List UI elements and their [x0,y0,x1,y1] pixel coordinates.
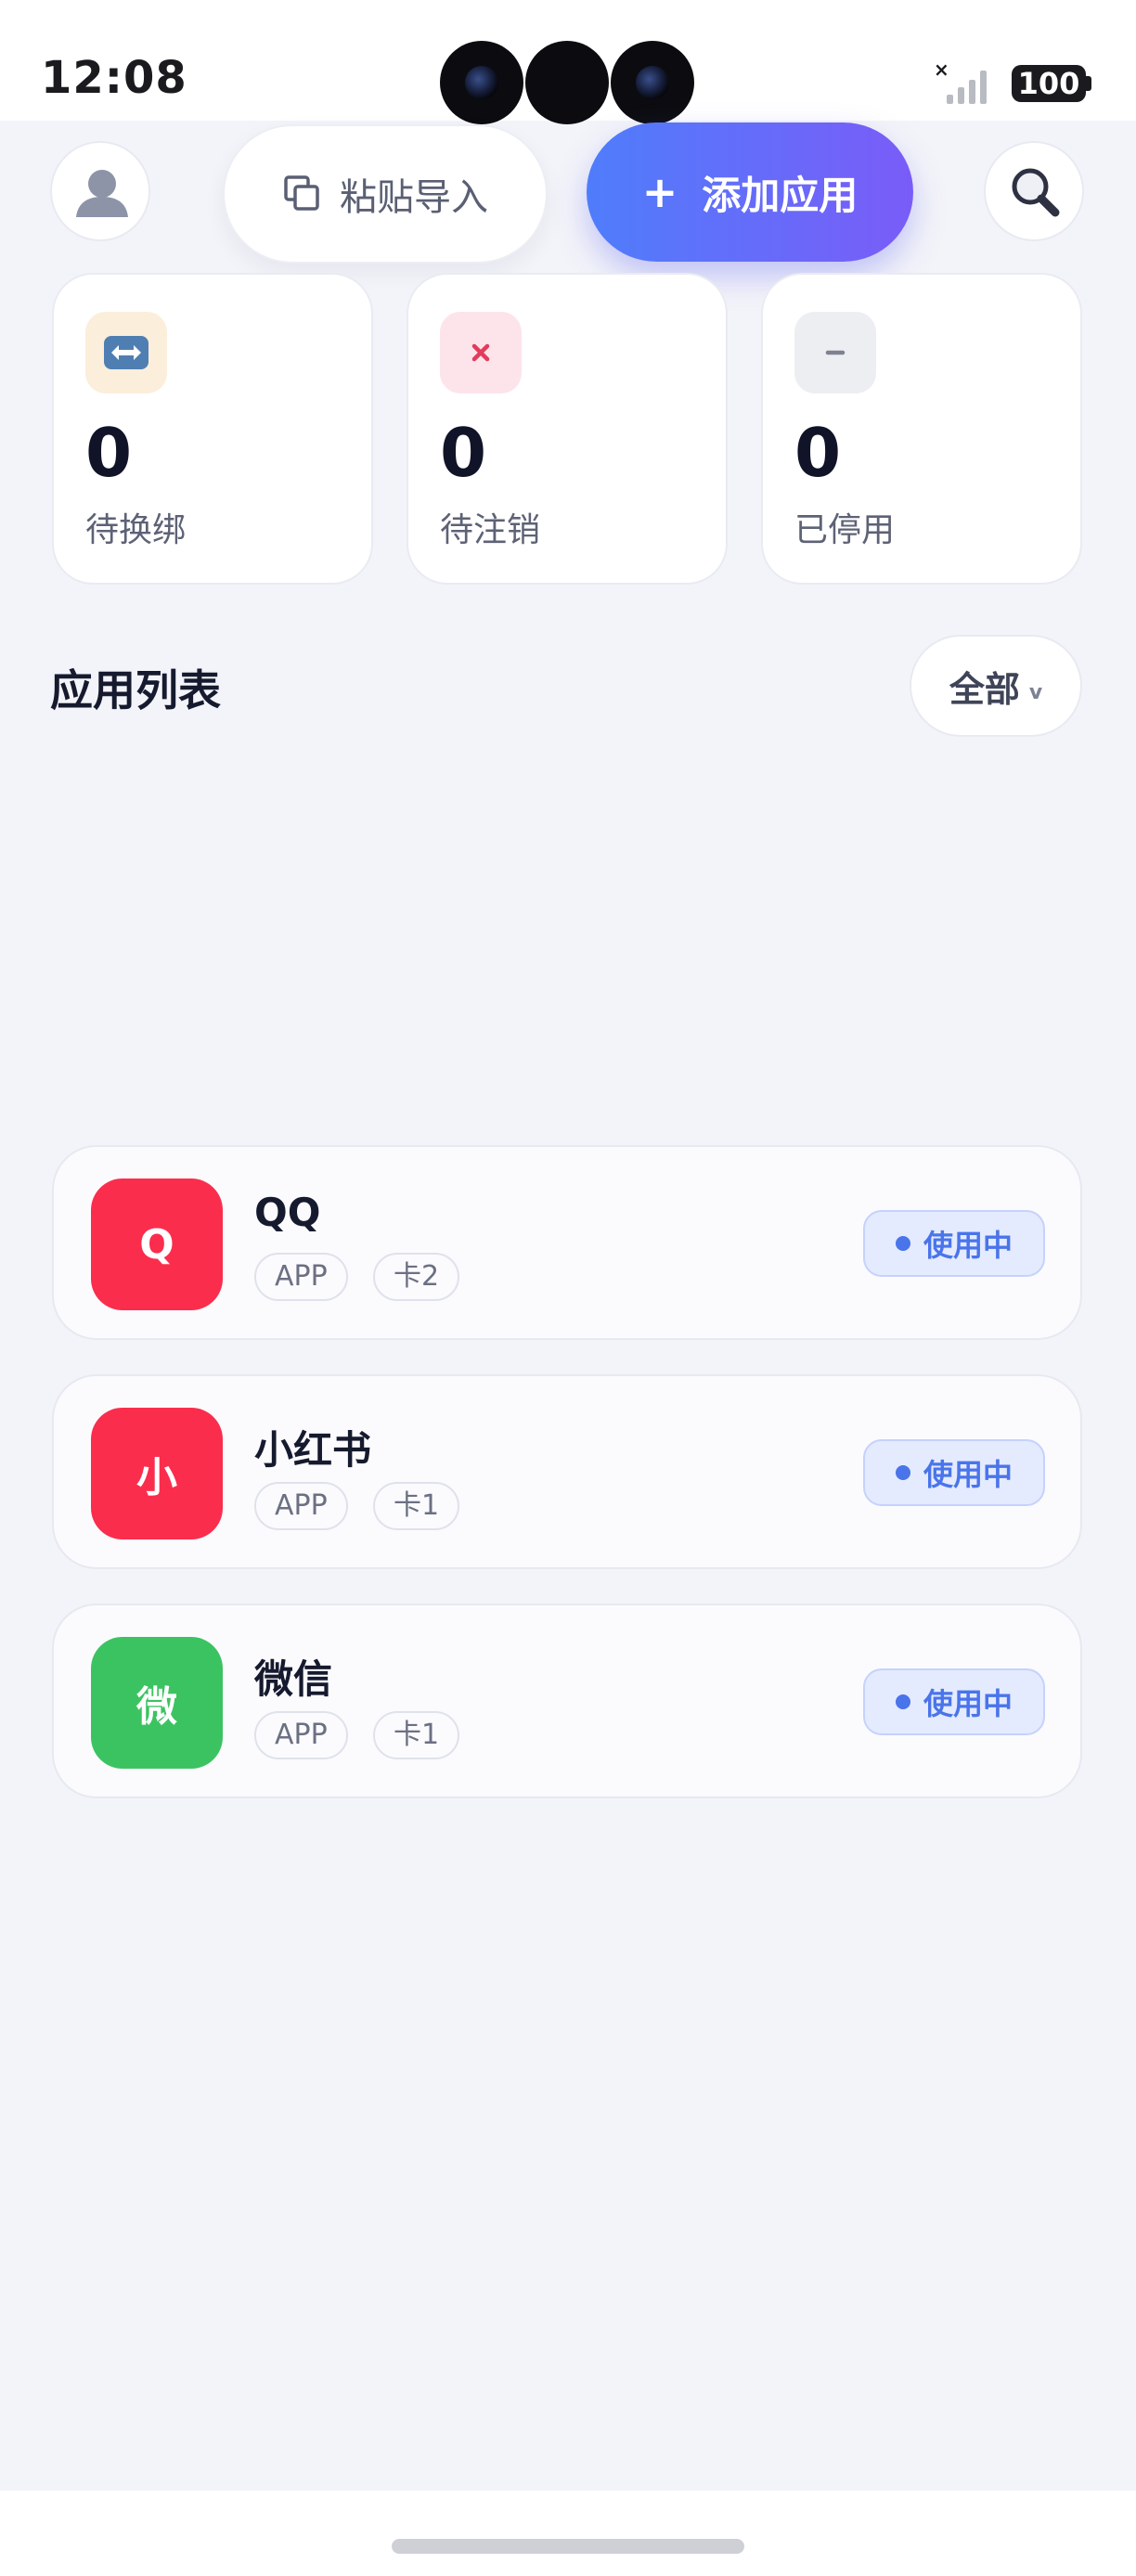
stat-label: 已停用 [794,511,896,549]
app-icon: 小 [91,1408,223,1539]
stat-label: 待注销 [440,511,541,549]
add-app-label: 添加应用 [702,172,858,218]
status-badge: 使用中 [863,1439,1045,1506]
front-camera-left [440,41,523,124]
chevron-down-icon: v [1028,680,1043,704]
app-type-tag: APP [254,1711,348,1759]
stat-value: 0 [85,414,133,492]
app-name: 微信 [254,1656,333,1702]
no-signal-icon: × [934,59,987,104]
paste-import-button[interactable]: 粘贴导入 [223,124,548,264]
search-icon [1012,168,1060,217]
front-camera-center [525,41,609,124]
stat-value: 0 [440,414,487,492]
front-camera-right [611,41,694,124]
filter-label: 全部 [949,668,1020,710]
app-name: QQ [254,1190,321,1235]
status-dot [895,1465,910,1480]
battery-indicator: 100 [1012,65,1086,102]
status-dot [895,1236,910,1251]
battery-tip [1086,76,1091,91]
app-list-item[interactable]: Q QQ APP 卡2 使用中 [52,1145,1082,1340]
sim-card-tag: 卡1 [373,1711,460,1759]
stat-label: 待换绑 [85,511,187,549]
status-badge: 使用中 [863,1668,1045,1735]
section-title: 应用列表 [50,665,221,715]
status-dot [895,1694,910,1709]
svg-text:×: × [934,59,949,81]
avatar[interactable] [50,141,150,241]
search-button[interactable] [984,141,1084,241]
app-list-item[interactable]: 小 小红书 APP 卡1 使用中 [52,1374,1082,1569]
sim-card-tag: 卡1 [373,1482,460,1530]
add-app-button[interactable]: + 添加应用 [587,122,913,262]
status-label: 使用中 [923,1228,1013,1263]
swap-icon [85,312,167,393]
app-type-tag: APP [254,1482,348,1530]
app-name: 小红书 [254,1427,372,1473]
status-time: 12:08 [41,52,187,104]
stat-card-disabled[interactable]: 0 已停用 [761,273,1082,585]
close-icon [440,312,522,393]
home-indicator[interactable] [392,2539,744,2554]
status-label: 使用中 [923,1686,1013,1721]
filter-select[interactable]: 全部 v [910,635,1082,737]
stat-card-pending-cancel[interactable]: 0 待注销 [407,273,728,585]
user-avatar-icon [76,170,128,217]
app-icon: 微 [91,1637,223,1769]
minus-icon [794,312,876,393]
sim-card-tag: 卡2 [373,1253,460,1301]
plus-icon: + [641,167,678,217]
app-icon: Q [91,1179,223,1310]
stat-value: 0 [794,414,842,492]
stat-card-pending-rebind[interactable]: 0 待换绑 [52,273,373,585]
status-badge: 使用中 [863,1210,1045,1277]
app-list-item[interactable]: 微 微信 APP 卡1 使用中 [52,1604,1082,1798]
copy-icon [284,175,319,211]
app-type-tag: APP [254,1253,348,1301]
paste-import-label: 粘贴导入 [340,176,488,219]
status-label: 使用中 [923,1457,1013,1492]
bottom-bar [0,2491,1136,2576]
